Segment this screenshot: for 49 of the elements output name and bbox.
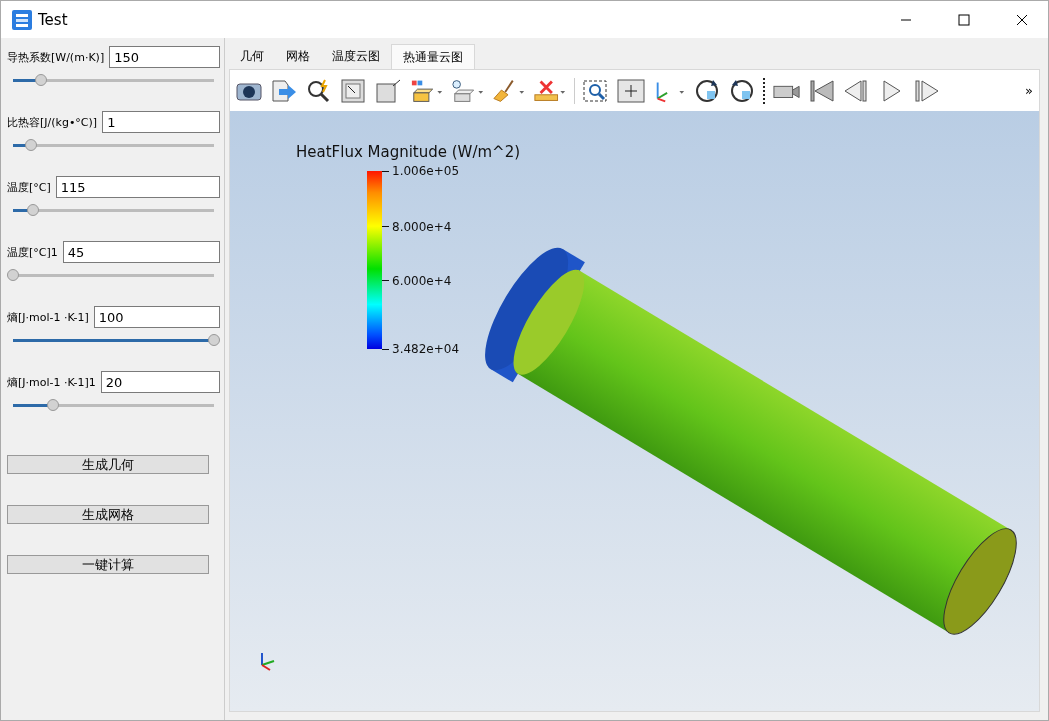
next-frame-icon[interactable] [913, 78, 941, 103]
tab[interactable]: 网格 [275, 44, 321, 69]
parameter-input[interactable]: 100 [93, 306, 220, 328]
zoom-box-icon[interactable] [582, 78, 610, 103]
action-button[interactable]: 生成网格 [7, 505, 209, 524]
parameter-label: 温度[°C]1 [7, 244, 58, 260]
overflow-button[interactable]: » [1025, 83, 1033, 98]
legend-tick-label: 1.006e+05 [392, 164, 460, 178]
slider-thumb[interactable] [27, 203, 40, 216]
parameter-label: 导热系数[W/(m·K)] [7, 49, 105, 65]
action-button[interactable]: 生成几何 [7, 455, 209, 474]
maximize-icon[interactable] [958, 13, 970, 26]
broom-icon[interactable] [492, 78, 526, 103]
legend-tick-label: 8.000e+4 [392, 219, 452, 234]
legend-title: HeatFlux Magnitude (W/m^2) [296, 143, 521, 161]
tab[interactable]: 几何 [229, 44, 275, 69]
parameter-input[interactable]: 1 [102, 111, 220, 133]
slider-thumb[interactable] [25, 138, 38, 151]
app-icon [12, 9, 32, 30]
pan-icon[interactable] [617, 78, 645, 103]
slider-thumb[interactable] [47, 398, 60, 411]
ruler-icon[interactable] [533, 78, 567, 103]
parameter-input[interactable]: 20 [100, 371, 220, 393]
frame-icon[interactable] [375, 78, 403, 103]
parameter-label: 熵[J·mol-1 ·K-1] [7, 309, 89, 325]
action-button[interactable]: 一键计算 [7, 555, 209, 574]
slider-thumb[interactable] [35, 73, 48, 86]
export-icon[interactable] [270, 78, 298, 103]
parameter-input[interactable]: 150 [109, 46, 220, 68]
parameter-label: 比热容[J/(kg•°C)] [7, 114, 98, 130]
window-title: Test [38, 10, 68, 29]
parameter-label: 熵[J·mol-1 ·K-1]1 [7, 374, 96, 390]
legend-tick-label: 3.482e+04 [392, 342, 460, 356]
parameter-input[interactable]: 115 [55, 176, 220, 198]
rotate-clockwise-icon[interactable] [693, 78, 721, 103]
slider-thumb[interactable] [7, 268, 19, 281]
light-bulb-icon[interactable] [451, 78, 485, 103]
tab[interactable]: 温度云图 [321, 44, 391, 69]
axes-triad-icon [261, 652, 275, 671]
legend-tick-label: 6.000e+4 [392, 273, 452, 288]
rotate-counterclockwise-icon[interactable] [728, 78, 756, 103]
cube-icon[interactable] [410, 78, 444, 103]
parameter-label: 温度[°C] [7, 179, 51, 195]
close-icon[interactable] [1016, 13, 1028, 26]
frame-icon[interactable] [340, 78, 368, 103]
slider-thumb[interactable] [208, 333, 220, 346]
first-frame-icon[interactable] [808, 78, 836, 103]
tab[interactable]: 热通量云图 [391, 44, 475, 69]
parameter-input[interactable]: 45 [62, 241, 220, 263]
